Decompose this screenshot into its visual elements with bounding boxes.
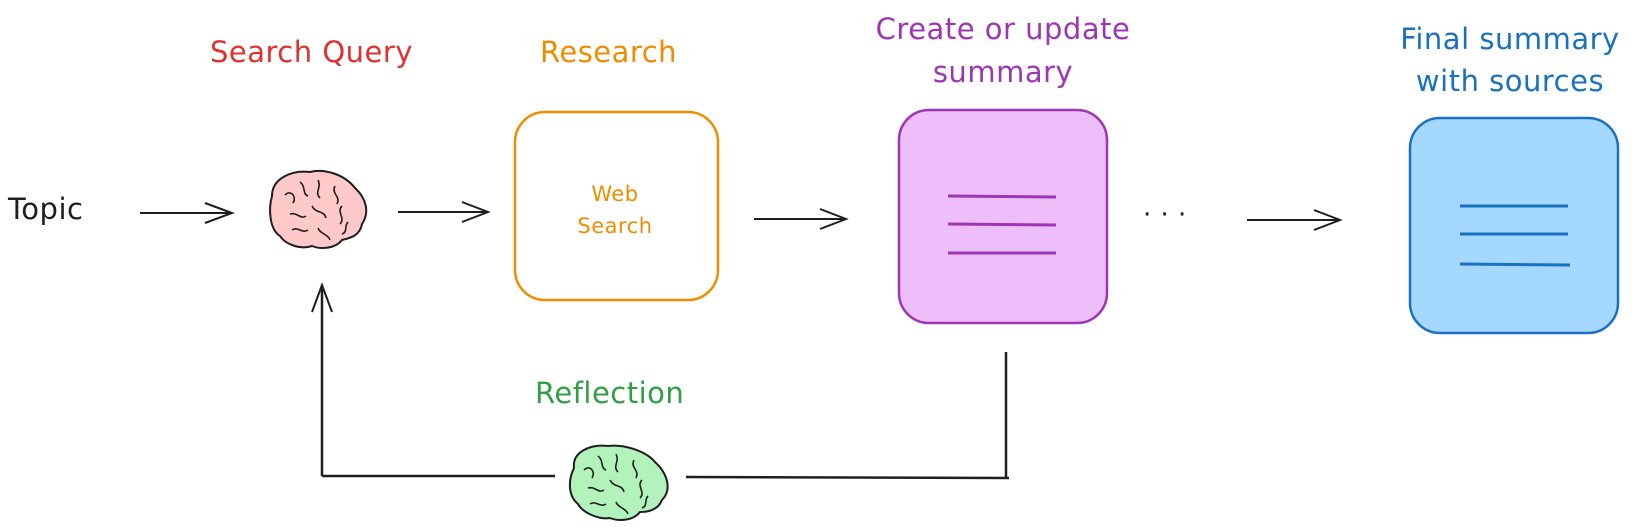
brain-icon [269, 169, 368, 249]
summary-label-line1: Create or update [875, 12, 1131, 46]
final-summary-label-line1: Final summary [1400, 22, 1620, 56]
arrow-topic-to-search-query [140, 202, 235, 224]
summary-document-icon [897, 108, 1109, 325]
summary-label: Create or update summary [838, 8, 1168, 94]
topic-label: Topic [8, 192, 84, 226]
final-summary-label: Final summary with sources [1385, 18, 1635, 102]
web-search-line2: Search [577, 214, 653, 238]
brain-icon [568, 444, 669, 521]
arrow-ellipsis-to-final [1247, 209, 1343, 231]
arrow-summary-to-reflection [685, 352, 1010, 480]
arrow-search-query-to-research [398, 201, 491, 223]
research-label: Research [540, 35, 678, 69]
search-query-label: Search Query [210, 35, 413, 69]
ellipsis: · · · [1143, 200, 1187, 230]
web-search-text: Web Search [565, 178, 665, 242]
final-summary-document-icon [1408, 116, 1620, 335]
final-summary-label-line2: with sources [1415, 64, 1605, 98]
reflection-label: Reflection [535, 376, 685, 410]
web-search-line1: Web [591, 182, 639, 206]
summary-label-line2: summary [932, 55, 1074, 89]
arrow-reflection-to-search-query [311, 282, 555, 478]
arrow-research-to-summary [754, 208, 849, 230]
